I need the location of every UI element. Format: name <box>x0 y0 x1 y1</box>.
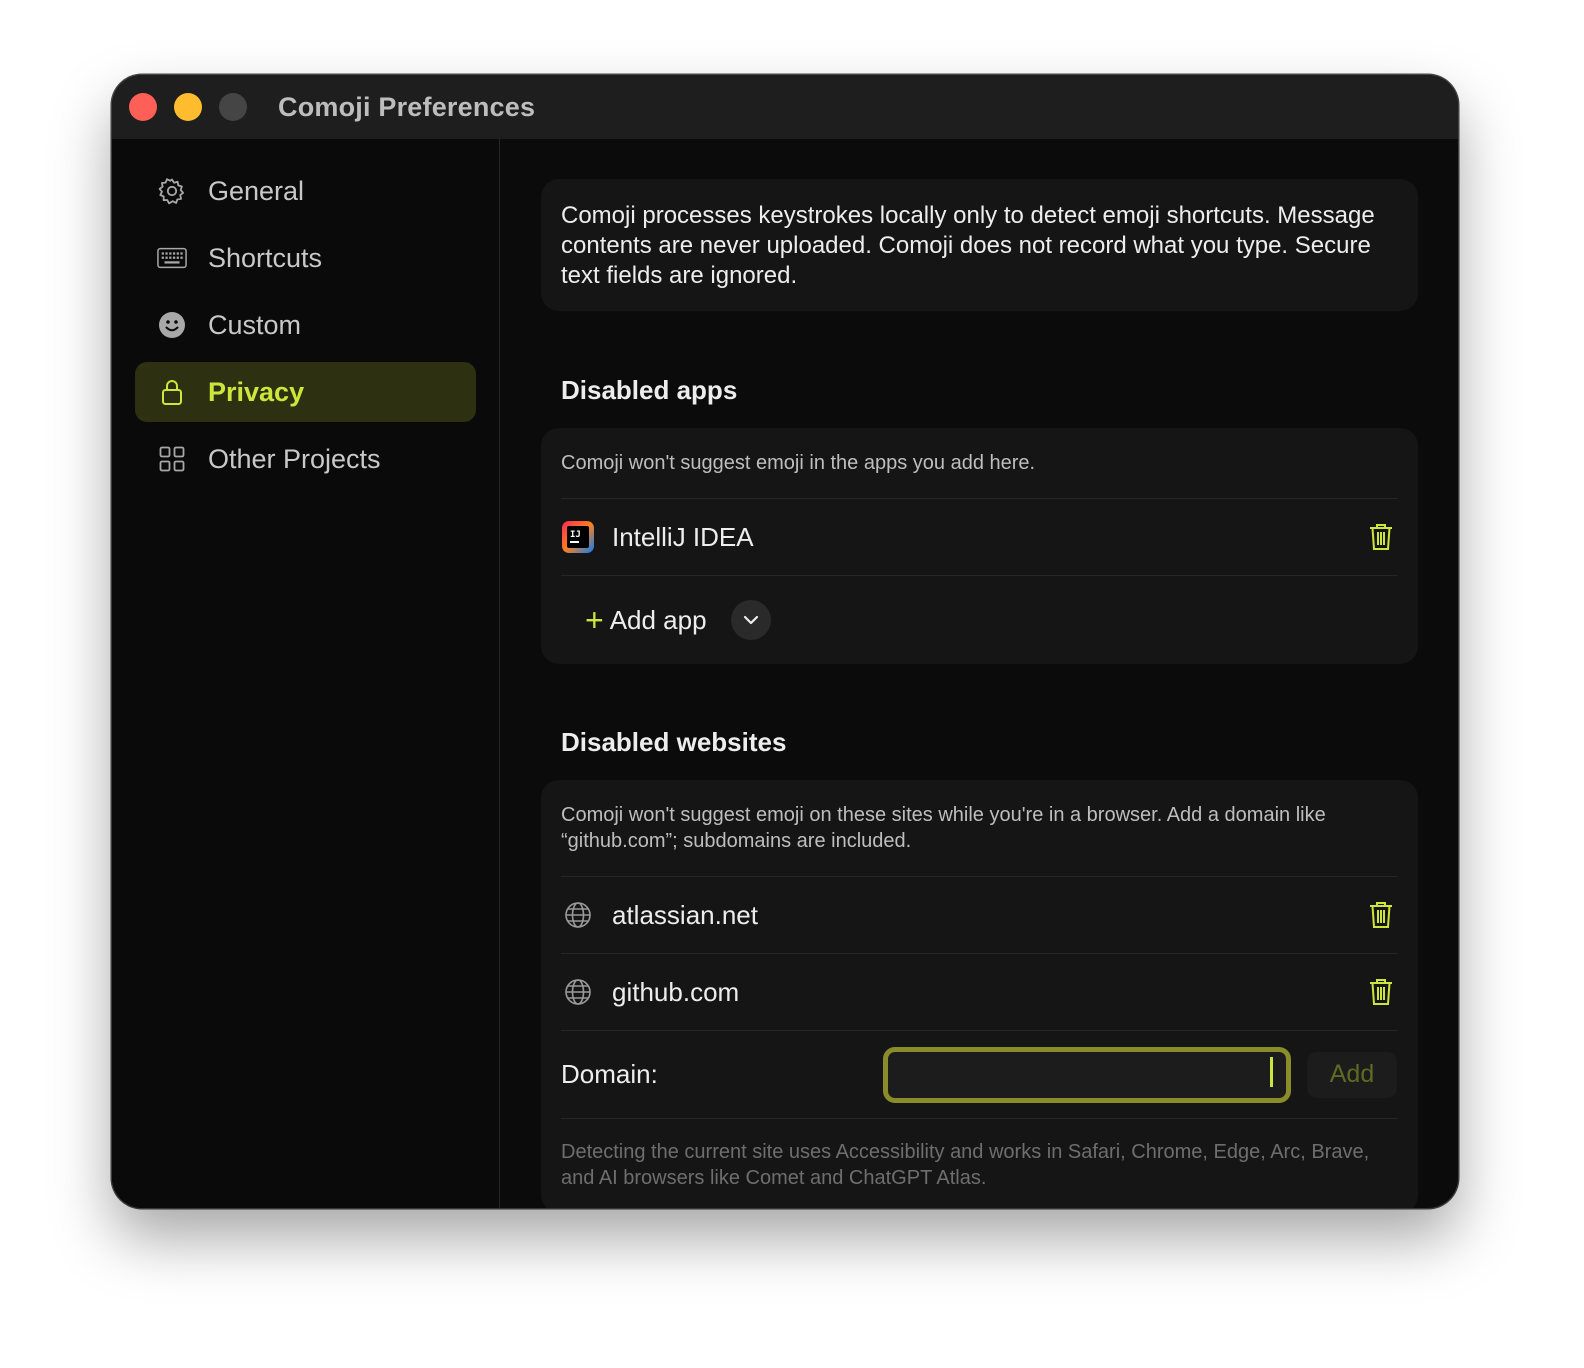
sidebar-item-privacy[interactable]: Privacy <box>135 362 476 422</box>
sidebar-item-shortcuts[interactable]: Shortcuts <box>135 228 476 288</box>
smiley-icon <box>157 310 187 340</box>
add-app-menu-button[interactable] <box>730 600 771 640</box>
site-domain: atlassian.net <box>612 899 758 930</box>
sidebar-item-label: General <box>208 175 305 206</box>
disabled-websites-title: Disabled websites <box>561 727 787 757</box>
grid-icon <box>157 444 187 474</box>
zoom-window-button[interactable] <box>219 93 247 121</box>
disabled-websites-card: Comoji won't suggest emoji on these site… <box>541 780 1418 1208</box>
add-domain-row: Domain: Add <box>561 1031 1398 1119</box>
sidebar-item-other-projects[interactable]: Other Projects <box>135 429 476 489</box>
gear-icon <box>157 176 187 206</box>
disabled-apps-card: Comoji won't suggest emoji in the apps y… <box>541 428 1418 664</box>
sidebar-item-custom[interactable]: Custom <box>135 295 476 355</box>
globe-icon <box>561 898 595 932</box>
disabled-apps-description: Comoji won't suggest emoji in the apps y… <box>561 428 1398 499</box>
close-window-button[interactable] <box>129 93 157 121</box>
add-domain-button[interactable]: Add <box>1307 1051 1397 1098</box>
trash-icon[interactable] <box>1364 898 1398 932</box>
domain-label: Domain: <box>561 1059 658 1089</box>
add-app-button[interactable]: + Add app <box>585 604 707 636</box>
list-item: github.com <box>561 954 1398 1031</box>
minimize-window-button[interactable] <box>174 93 202 121</box>
title-bar: Comoji Preferences <box>112 75 1458 139</box>
traffic-lights <box>129 93 247 121</box>
intellij-app-icon: IJ <box>561 520 595 554</box>
privacy-pane: Comoji processes keystrokes locally only… <box>501 139 1458 1208</box>
trash-icon[interactable] <box>1364 520 1398 554</box>
trash-icon[interactable] <box>1364 975 1398 1009</box>
window-title: Comoji Preferences <box>278 91 536 122</box>
list-item: atlassian.net <box>561 877 1398 954</box>
app-name: IntelliJ IDEA <box>612 521 754 552</box>
browser-support-note: Detecting the current site uses Accessib… <box>561 1141 1370 1189</box>
site-domain: github.com <box>612 976 740 1007</box>
sidebar: General Shortcuts Custom Privacy Other P… <box>112 139 500 1208</box>
svg-text:IJ: IJ <box>570 530 581 540</box>
add-app-row: + Add app <box>561 576 1398 664</box>
globe-icon <box>561 975 595 1009</box>
disabled-websites-description: Comoji won't suggest emoji on these site… <box>561 780 1398 877</box>
preferences-window: Comoji Preferences General Shortcuts Cus… <box>112 75 1458 1208</box>
plus-icon: + <box>585 602 604 638</box>
keyboard-icon <box>157 243 187 273</box>
sidebar-item-label: Shortcuts <box>208 242 323 273</box>
lock-icon <box>157 377 187 407</box>
sidebar-item-label: Privacy <box>208 376 305 407</box>
chevron-down-icon <box>743 615 758 625</box>
domain-field-wrapper <box>883 1046 1291 1103</box>
sidebar-item-label: Other Projects <box>208 443 381 474</box>
privacy-intro-text: Comoji processes keystrokes locally only… <box>561 202 1375 289</box>
domain-input[interactable] <box>883 1046 1291 1103</box>
privacy-intro-card: Comoji processes keystrokes locally only… <box>541 179 1418 311</box>
list-item: IJ IntelliJ IDEA <box>561 499 1398 576</box>
text-caret <box>1270 1056 1273 1087</box>
sidebar-item-label: Custom <box>208 309 302 340</box>
add-app-label: Add app <box>609 604 707 635</box>
sidebar-item-general[interactable]: General <box>135 161 476 221</box>
disabled-apps-title: Disabled apps <box>561 375 738 405</box>
